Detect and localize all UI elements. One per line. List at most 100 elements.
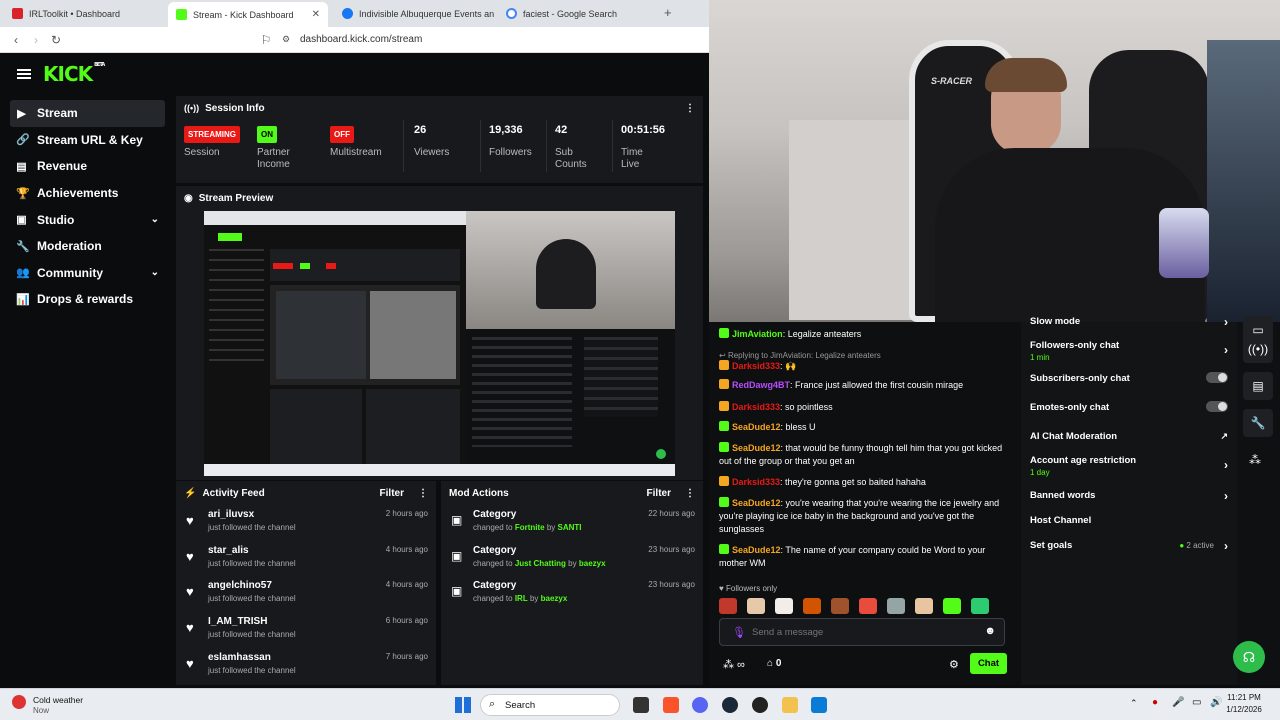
mic-tray-icon[interactable]: 🎤 <box>1172 697 1184 708</box>
sidebar-item-revenue[interactable]: ▤ Revenue <box>10 153 165 180</box>
chat-message[interactable]: SeaDude12: you're wearing that you're we… <box>719 497 1009 536</box>
chat-message[interactable]: Darksid333: so pointless <box>719 401 1009 414</box>
activity-username[interactable]: ari_iluvsx <box>208 509 254 520</box>
chat-settings-icon[interactable]: ⚙ <box>949 658 959 671</box>
url-text[interactable]: dashboard.kick.com/stream <box>300 34 422 45</box>
mod-action-target[interactable]: IRL <box>515 594 528 603</box>
sidebar-item-studio[interactable]: ▣ Studio ⌄ <box>10 206 165 233</box>
bookmark-icon[interactable]: ⚐ <box>256 33 276 47</box>
stream-preview-video[interactable] <box>204 211 675 476</box>
emote-icon[interactable] <box>887 598 905 614</box>
broadcast-rail-icon[interactable]: ((•)) <box>1243 335 1273 363</box>
brave-icon[interactable] <box>663 697 679 713</box>
chevron-down-icon[interactable]: ⌄ <box>151 267 159 278</box>
more-options-icon[interactable]: ⋮ <box>685 103 695 114</box>
sidebar-item-moderation[interactable]: 🔧 Moderation <box>10 233 165 260</box>
activity-item[interactable]: ♥ I_AM_TRISH just followed the channel 6… <box>176 616 436 652</box>
sidebar-item-stream[interactable]: ▶ Stream <box>10 100 165 127</box>
chat-layout-icon[interactable]: ▤ <box>1243 372 1273 400</box>
new-tab-button[interactable]: + <box>664 5 672 20</box>
forward-icon[interactable]: › <box>26 33 46 47</box>
activity-item[interactable]: ♥ angelchino57 just followed the channel… <box>176 580 436 616</box>
chat-message[interactable]: SeaDude12: The name of your company coul… <box>719 544 1009 570</box>
volume-icon[interactable]: 🔊 <box>1210 697 1222 708</box>
emote-icon[interactable] <box>803 598 821 614</box>
reload-icon[interactable]: ↻ <box>46 33 66 47</box>
sidebar-item-achievements[interactable]: 🏆 Achievements <box>10 180 165 207</box>
tray-app-icon[interactable]: ● <box>1152 697 1158 708</box>
discord-icon[interactable] <box>692 697 708 713</box>
tab-kick-dashboard[interactable]: Stream - Kick Dashboard ✕ <box>168 2 328 27</box>
chevron-right-icon[interactable]: › <box>1224 315 1228 329</box>
tab-irltoolkit[interactable]: IRLToolkit • Dashboard <box>4 0 164 27</box>
emote-icon[interactable] <box>831 598 849 614</box>
chat-username[interactable]: SeaDude12 <box>732 545 781 555</box>
chat-username[interactable]: SeaDude12 <box>732 443 781 453</box>
chevron-right-icon[interactable]: › <box>1224 458 1228 472</box>
setting-subscribers-only-chat[interactable]: Subscribers-only chat <box>1030 372 1228 384</box>
emote-icon[interactable] <box>915 598 933 614</box>
clock-time[interactable]: 11:21 PM <box>1226 693 1262 702</box>
setting-host-channel[interactable]: Host Channel <box>1030 515 1228 526</box>
activity-username[interactable]: angelchino57 <box>208 580 272 591</box>
wrench-icon[interactable]: 🔧 <box>1243 409 1273 437</box>
activity-filter-button[interactable]: Filter <box>380 488 404 499</box>
activity-username[interactable]: eslamhassan <box>208 652 271 663</box>
users-rail-icon[interactable]: ⁂ <box>1249 453 1261 467</box>
chevron-right-icon[interactable]: › <box>1224 489 1228 503</box>
mod-more-icon[interactable]: ⋮ <box>685 488 695 499</box>
kick-logo[interactable]: KICK BETA <box>43 62 105 86</box>
tab-google-search[interactable]: faciest - Google Search <box>498 0 658 27</box>
task-view-icon[interactable] <box>633 697 649 713</box>
emote-icon[interactable] <box>747 598 765 614</box>
mod-filter-button[interactable]: Filter <box>647 488 671 499</box>
chevron-right-icon[interactable]: › <box>1224 539 1228 553</box>
setting-banned-words[interactable]: Banned words › <box>1030 489 1228 503</box>
chevron-right-icon[interactable]: › <box>1224 343 1228 357</box>
chest-counter[interactable]: ⌂ 0 <box>767 658 781 669</box>
sidebar-item-community[interactable]: 👥 Community ⌄ <box>10 260 165 287</box>
chat-username[interactable]: Darksid333 <box>732 477 780 487</box>
message-input[interactable] <box>752 625 972 639</box>
chat-send-button[interactable]: Chat <box>970 653 1007 674</box>
activity-item[interactable]: ♥ ari_iluvsx just followed the channel 2… <box>176 509 436 545</box>
emote-icon[interactable] <box>719 598 737 614</box>
chat-message[interactable]: RedDawg4BT: France just allowed the firs… <box>719 379 1009 392</box>
toggle-switch[interactable] <box>1206 401 1228 412</box>
setting-emotes-only-chat[interactable]: Emotes-only chat <box>1030 401 1228 413</box>
weather-title[interactable]: Cold weather <box>33 695 83 705</box>
store-icon[interactable] <box>811 697 827 713</box>
setting-followers-only-chat[interactable]: Followers-only chat 1 min › <box>1030 340 1228 362</box>
setting-slow-mode[interactable]: Slow mode › <box>1030 315 1228 329</box>
mod-action-user[interactable]: baezyx <box>579 559 606 568</box>
tray-chevron-icon[interactable]: ⌃ <box>1130 698 1138 709</box>
emote-icon[interactable] <box>775 598 793 614</box>
weather-icon[interactable] <box>12 695 26 709</box>
mod-action-item[interactable]: ▣ Category changed to IRL by baezyx 23 h… <box>441 580 703 616</box>
setting-ai-chat-moderation[interactable]: AI Chat Moderation ↗ <box>1030 431 1228 442</box>
clock-date[interactable]: 1/12/2026 <box>1222 705 1266 714</box>
activity-item[interactable]: ♥ star_alis just followed the channel 4 … <box>176 545 436 581</box>
toggle-switch[interactable] <box>1206 372 1228 383</box>
chat-message[interactable]: SeaDude12: bless U <box>719 421 1009 434</box>
chat-message[interactable]: Darksid333: 🙌 <box>719 360 1009 373</box>
sidebar-item-drops-rewards[interactable]: 📊 Drops & rewards <box>10 286 165 313</box>
obs-icon[interactable] <box>752 697 768 713</box>
mod-action-item[interactable]: ▣ Category changed to Fortnite by SANTI … <box>441 509 703 545</box>
mod-action-target[interactable]: Just Chatting <box>515 559 566 568</box>
menu-icon[interactable] <box>17 69 31 79</box>
chat-username[interactable]: SeaDude12 <box>732 498 781 508</box>
chevron-down-icon[interactable]: ⌄ <box>151 214 159 225</box>
chat-username[interactable]: Darksid333 <box>732 402 780 412</box>
activity-item[interactable]: ♥ eslamhassan just followed the channel … <box>176 652 436 685</box>
steam-icon[interactable] <box>722 697 738 713</box>
external-link-icon[interactable]: ↗ <box>1220 431 1228 442</box>
monitor-tray-icon[interactable]: ▭ <box>1192 697 1201 708</box>
emote-icon[interactable] <box>943 598 961 614</box>
setting-set-goals[interactable]: Set goals ● 2 active › <box>1030 539 1228 553</box>
mod-action-user[interactable]: baezyx <box>541 594 568 603</box>
support-icon[interactable]: ☊ <box>1233 641 1265 673</box>
emote-icon[interactable] <box>971 598 989 614</box>
chat-message[interactable]: JimAviation: Legalize anteaters <box>719 328 1009 341</box>
activity-more-icon[interactable]: ⋮ <box>418 488 428 499</box>
